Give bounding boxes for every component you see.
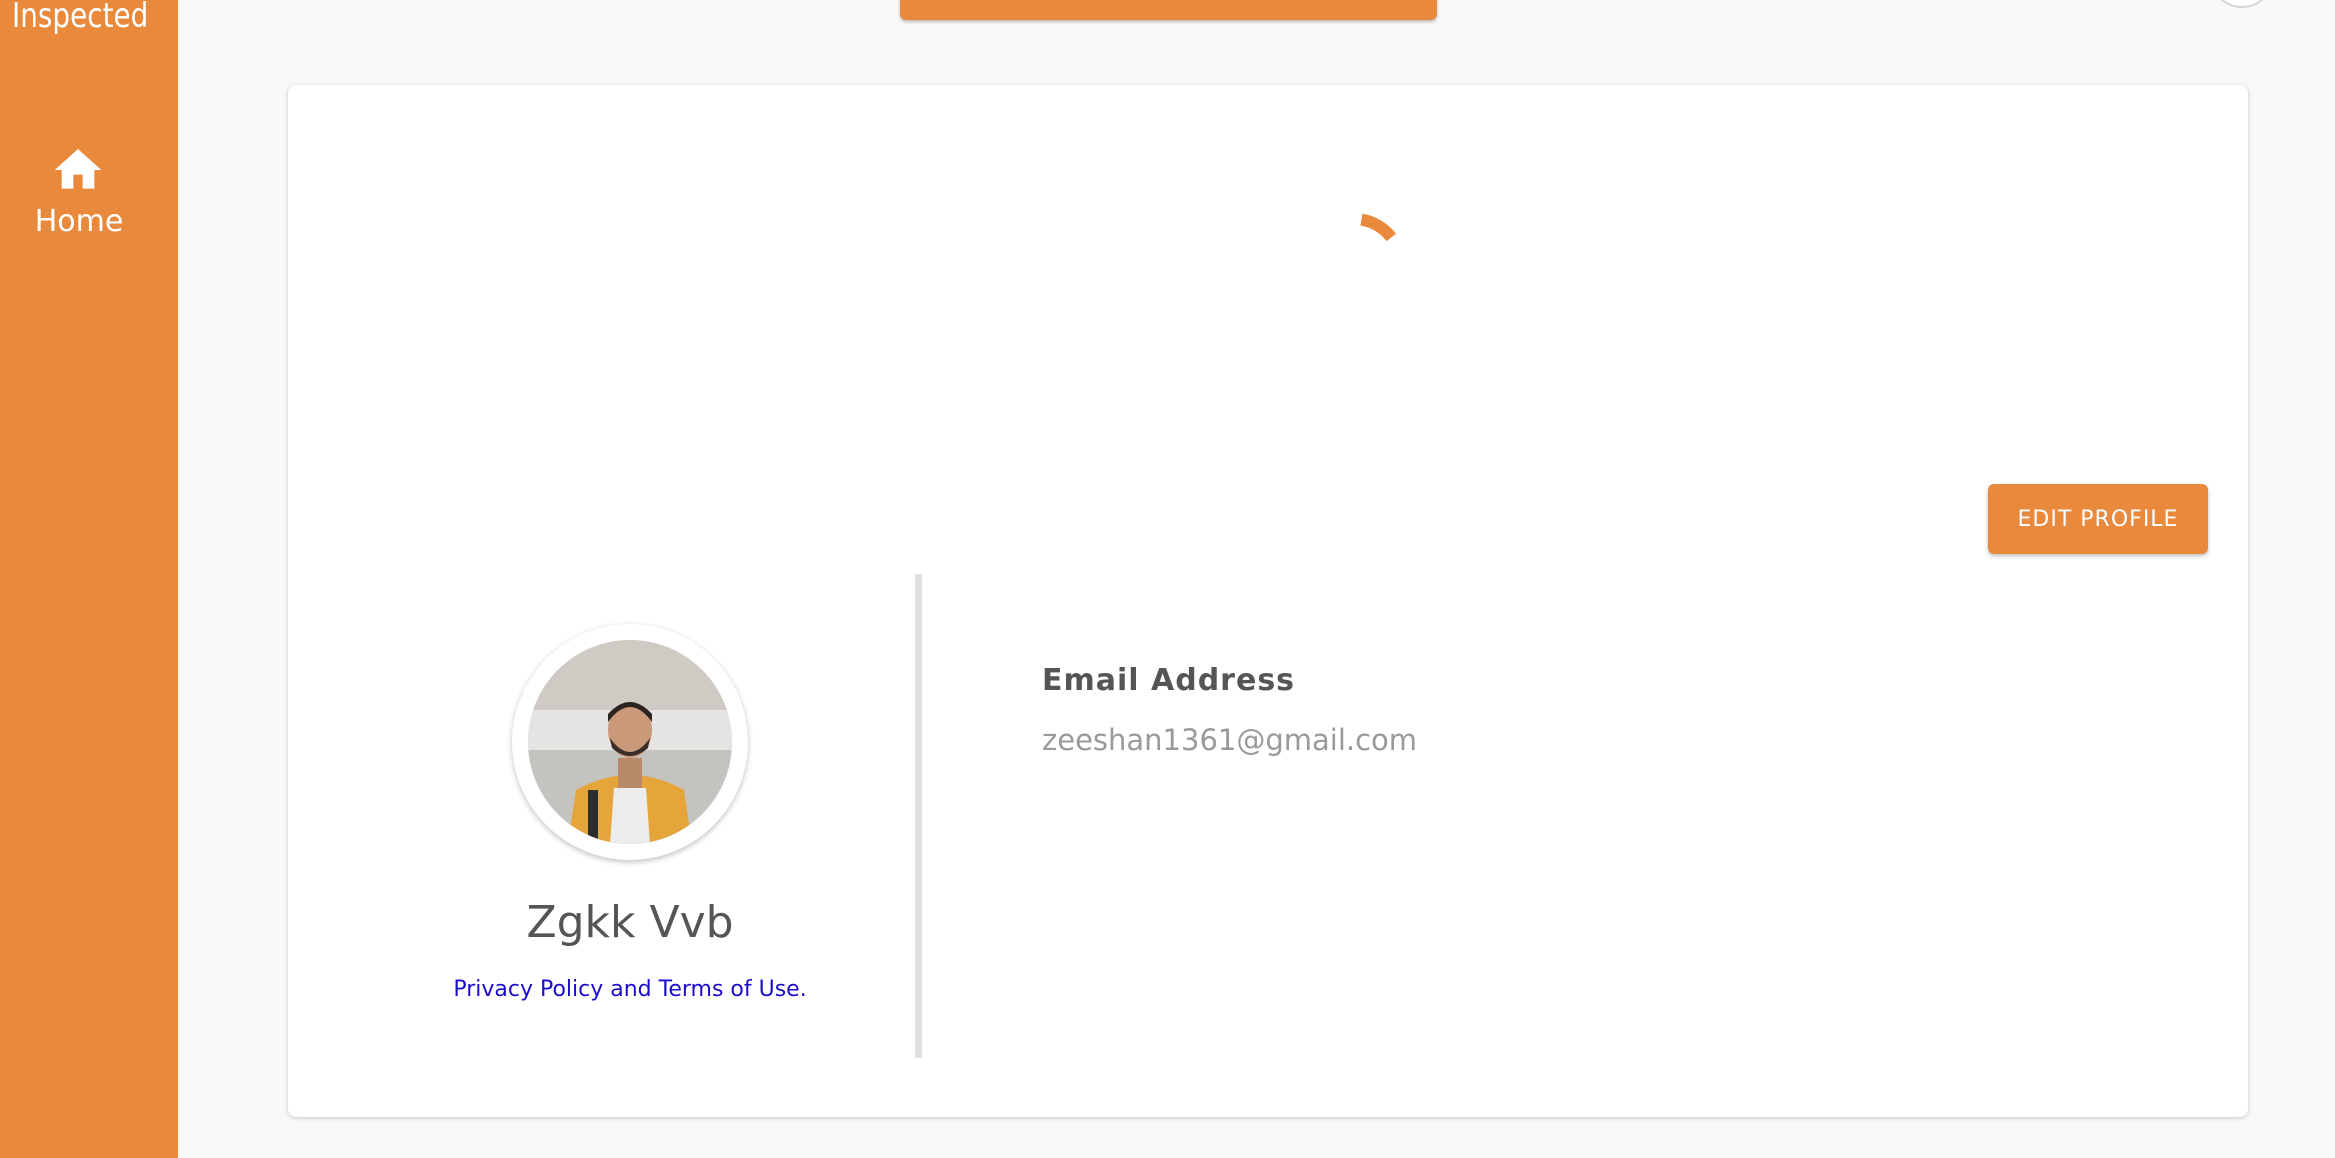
- loading-spinner: [1360, 213, 1397, 242]
- profile-card: EDIT PROFILE Zgkk Vvb Privacy Policy and…: [288, 85, 2248, 1117]
- sidebar-item-home[interactable]: Home: [0, 142, 158, 252]
- sidebar: Inspected Home: [0, 0, 178, 1158]
- avatar: [512, 624, 748, 860]
- sidebar-item-label: Home: [34, 204, 124, 239]
- profile-photo: [528, 640, 732, 844]
- divider: [915, 574, 922, 1058]
- privacy-policy-link[interactable]: Privacy Policy and Terms of Use.: [348, 977, 912, 1002]
- profile-name: Zgkk Vvb: [526, 897, 734, 948]
- home-icon: [54, 149, 102, 189]
- email-value: zeeshan1361@gmail.com: [1042, 723, 1418, 757]
- top-action-button[interactable]: [900, 0, 1437, 20]
- email-label: Email Address: [1042, 663, 1296, 698]
- user-avatar[interactable]: [2210, 0, 2274, 8]
- brand-logo-text: Inspected: [12, 0, 149, 36]
- edit-profile-button[interactable]: EDIT PROFILE: [1988, 484, 2208, 554]
